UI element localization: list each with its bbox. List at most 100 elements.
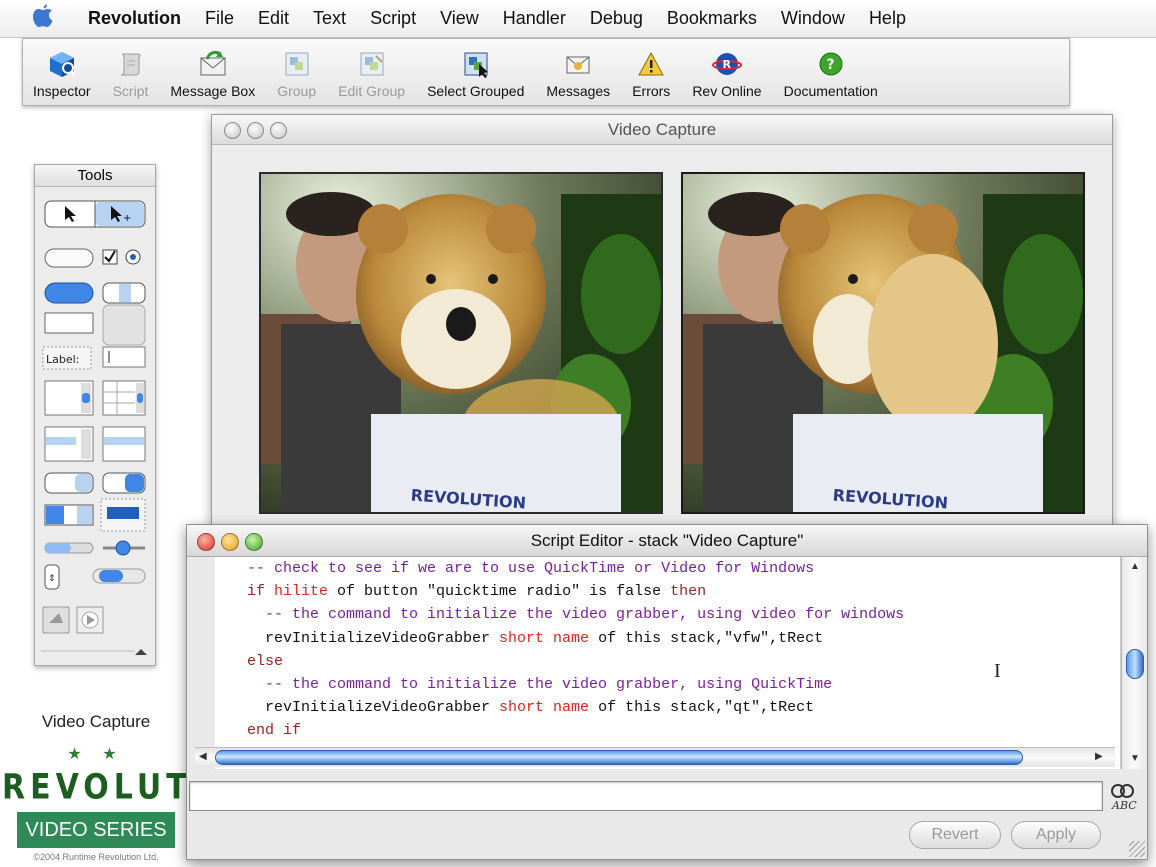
apply-button[interactable]: Apply (1011, 821, 1101, 849)
video-capture-title: Video Capture (607, 120, 717, 139)
rev-online-button[interactable]: R Rev Online (692, 49, 762, 99)
code-token: of this stack,"qt",tRect (589, 699, 815, 717)
code-line: revInitializeVideoGrabber short name of … (247, 696, 1120, 719)
menu-debug[interactable]: Debug (578, 8, 655, 29)
code-token: then (670, 583, 707, 601)
message-field[interactable] (189, 781, 1103, 811)
group-box-tool[interactable] (102, 304, 146, 346)
svg-text:ABC: ABC (1111, 799, 1137, 812)
popup-menu-tool[interactable] (102, 472, 146, 494)
script-editor-titlebar[interactable]: Script Editor - stack "Video Capture" (187, 525, 1147, 557)
messages-icon (563, 49, 593, 79)
select-grouped-label: Select Grouped (427, 83, 525, 99)
scroll-down-arrow-icon[interactable]: ▼ (1130, 753, 1140, 764)
svg-text:R: R (722, 58, 731, 71)
tab-panel-tool[interactable] (102, 282, 146, 304)
errors-button[interactable]: Errors (632, 49, 670, 99)
code-token: if (247, 583, 275, 601)
slider-tool[interactable] (103, 540, 145, 556)
field-tool[interactable] (44, 312, 94, 334)
branding-title: Video Capture (41, 712, 151, 731)
table-field-tool[interactable] (102, 380, 146, 416)
progress-bar-tool[interactable] (44, 542, 94, 554)
menu-item-tool[interactable] (100, 498, 146, 532)
horizontal-scroll-thumb[interactable] (215, 750, 1023, 765)
svg-text:?: ? (826, 57, 834, 73)
spellcheck-abc-icon[interactable]: ABC (1107, 781, 1141, 813)
scrollbar-tool[interactable] (92, 568, 146, 584)
messages-button[interactable]: Messages (546, 49, 610, 99)
scroll-right-arrow-icon[interactable]: ▶ (1095, 751, 1103, 762)
tools-collapse-icon[interactable] (135, 649, 147, 655)
video-series-banner: VIDEO SERIES (17, 812, 175, 848)
little-arrows-tool[interactable]: ⇕ (44, 564, 60, 590)
tools-grid: + Label: ⇕ (41, 200, 147, 655)
code-token: short name (499, 629, 590, 647)
text-field-tool[interactable] (102, 346, 146, 368)
code-line: revInitializeVideoGrabber short name of … (247, 627, 1120, 650)
select-grouped-button[interactable]: Select Grouped (427, 49, 524, 99)
code-token: revInitializeVideoGrabber (247, 699, 500, 717)
scroll-up-arrow-icon[interactable]: ▲ (1130, 561, 1140, 572)
script-code-area[interactable]: -- check to see if we are to use QuickTi… (215, 557, 1121, 769)
video-capture-titlebar[interactable]: Video Capture (212, 115, 1112, 145)
vertical-scroll-thumb[interactable] (1126, 649, 1144, 679)
warning-icon (636, 49, 666, 79)
option-menu-tool[interactable] (44, 472, 94, 494)
inspector-button[interactable]: Inspector (33, 49, 91, 99)
menu-text[interactable]: Text (301, 8, 358, 29)
code-token: -- the command to initialize the video g… (247, 675, 833, 693)
branding-stars: ★ ★ (67, 746, 125, 763)
svg-text:⇕: ⇕ (48, 574, 56, 584)
image-tool[interactable] (42, 606, 70, 634)
menu-file[interactable]: File (193, 8, 246, 29)
combo-box-tool[interactable] (44, 504, 94, 526)
documentation-button[interactable]: ? Documentation (784, 49, 878, 99)
menu-edit[interactable]: Edit (246, 8, 301, 29)
pointer-tool[interactable]: + (44, 200, 146, 228)
menu-bookmarks[interactable]: Bookmarks (655, 8, 769, 29)
list-field-tool[interactable] (44, 426, 94, 462)
checkbox-tool[interactable] (102, 249, 118, 265)
group-button[interactable]: Group (277, 49, 316, 99)
menu-help[interactable]: Help (857, 8, 918, 29)
resize-grip-icon[interactable] (1129, 841, 1145, 857)
code-line: if hilite of button "quicktime radio" is… (247, 580, 1120, 603)
menu-script[interactable]: Script (358, 8, 428, 29)
inspector-label: Inspector (33, 83, 91, 99)
script-button[interactable]: Script (113, 49, 148, 99)
button-tool[interactable] (44, 248, 94, 268)
menu-window[interactable]: Window (769, 8, 857, 29)
tools-palette-title: Tools (35, 165, 155, 187)
menu-revolution[interactable]: Revolution (76, 8, 193, 29)
vertical-scrollbar[interactable]: ▲ ▼ (1121, 557, 1147, 769)
player-tool[interactable] (76, 606, 104, 634)
video-preview-left: REVOLUTION (259, 172, 663, 514)
message-box-button[interactable]: Message Box (170, 49, 255, 99)
script-editor-title: Script Editor - stack "Video Capture" (530, 531, 804, 550)
script-scroll-icon (115, 49, 145, 79)
code-token: of this stack,"vfw",tRect (589, 629, 824, 647)
scrolling-field-tool[interactable] (44, 380, 94, 416)
code-line: -- the command to initialize the video g… (247, 603, 1120, 626)
toolbar: Inspector Script Message Box Group Edit … (22, 38, 1070, 106)
group-icon (282, 49, 312, 79)
menu-view[interactable]: View (428, 8, 491, 29)
horizontal-scrollbar[interactable]: ◀ ▶ (195, 747, 1115, 767)
edit-group-label: Edit Group (338, 83, 406, 99)
list-tool-plain[interactable] (102, 426, 146, 462)
radio-tool[interactable] (125, 249, 141, 265)
documentation-label: Documentation (783, 83, 878, 99)
apple-menu-icon[interactable] (32, 4, 76, 34)
default-button-tool[interactable] (44, 282, 94, 304)
rev-online-label: Rev Online (692, 83, 762, 99)
code-token: end if (247, 722, 302, 740)
code-token: hilite (274, 583, 329, 601)
code-line: -- the command to initialize the video g… (247, 673, 1120, 696)
message-box-label: Message Box (170, 83, 256, 99)
revert-button[interactable]: Revert (909, 821, 1001, 849)
label-tool[interactable]: Label: (42, 346, 92, 370)
scroll-left-arrow-icon[interactable]: ◀ (199, 751, 207, 762)
menu-handler[interactable]: Handler (491, 8, 578, 29)
edit-group-button[interactable]: Edit Group (338, 49, 405, 99)
